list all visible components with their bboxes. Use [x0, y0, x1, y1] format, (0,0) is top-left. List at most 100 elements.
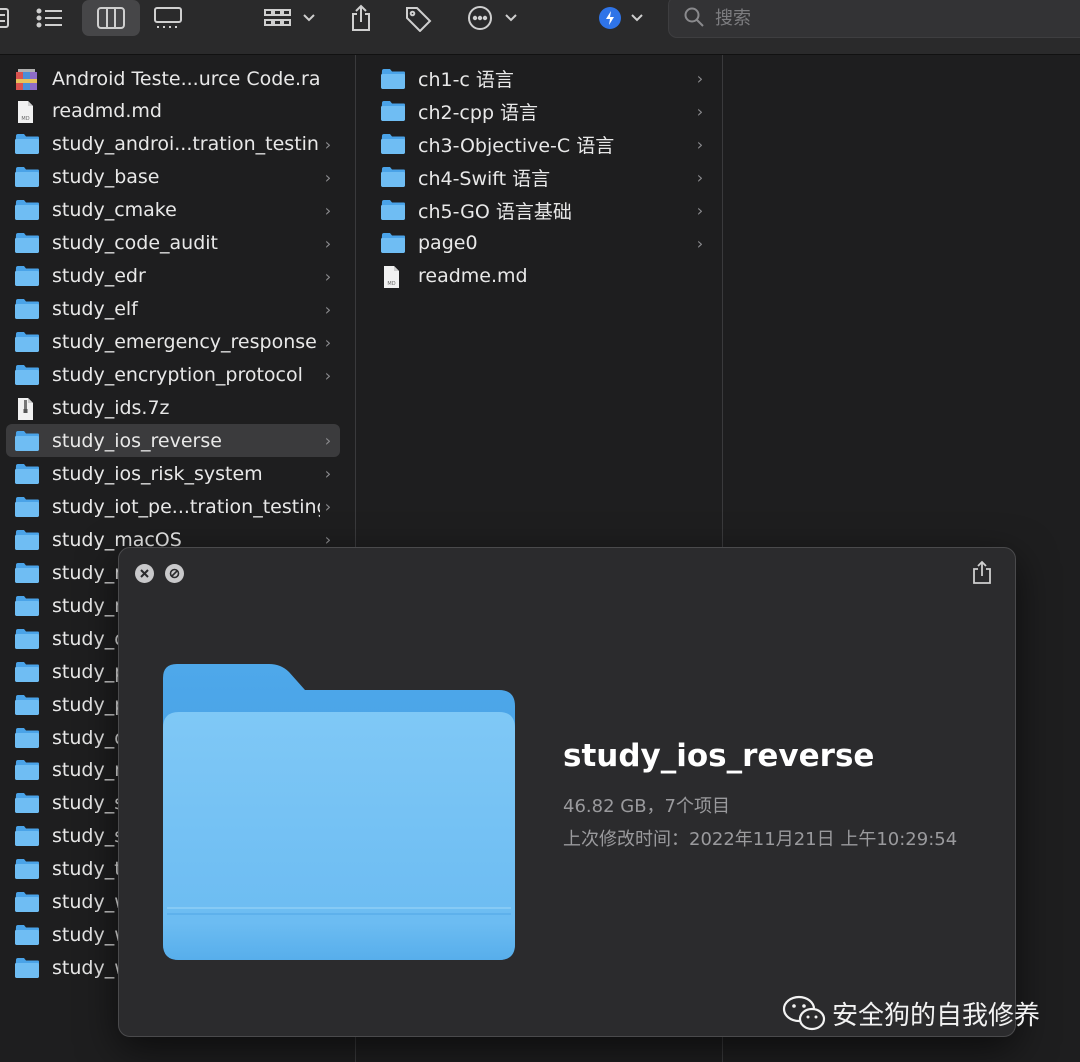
item-label: study_ids.7z: [52, 397, 170, 419]
archive-icon: [14, 68, 42, 90]
svg-text:MD: MD: [387, 281, 395, 287]
gallery-view-button[interactable]: [148, 0, 188, 36]
search-icon: [684, 7, 704, 27]
folder-icon: [14, 562, 42, 584]
file-item-readme-md[interactable]: MD readme.md: [378, 260, 712, 293]
chevron-right-icon: ›: [696, 101, 704, 121]
item-label: readmd.md: [52, 100, 162, 123]
chevron-right-icon: ›: [696, 200, 704, 220]
item-label: readme.md: [418, 265, 528, 288]
folder-item-study-base[interactable]: study_base ›: [6, 161, 340, 194]
folder-icon: [14, 825, 42, 847]
folder-item-page0[interactable]: page0 ›: [378, 227, 712, 260]
chevron-right-icon: ›: [324, 299, 332, 319]
folder-item-study-cmake[interactable]: study_cmake ›: [6, 194, 340, 227]
folder-item-ch3-objective-c[interactable]: ch3-Objective-C 语言 ›: [378, 128, 712, 161]
quicklook-size: 46.82 GB，7个项目: [563, 796, 731, 817]
finder-toolbar: 搜索: [0, 0, 1080, 55]
quicklook-title: study_ios_reverse: [563, 738, 875, 774]
chevron-right-icon: ›: [696, 233, 704, 253]
folder-icon: [14, 199, 42, 221]
folder-item-ch1-c[interactable]: ch1-c 语言 ›: [378, 62, 712, 95]
item-label: study_base: [52, 166, 160, 189]
folder-item-ch5-go[interactable]: ch5-GO 语言基础 ›: [378, 194, 712, 227]
folder-icon: [14, 463, 42, 485]
folder-item-ch2-cpp[interactable]: ch2-cpp 语言 ›: [378, 95, 712, 128]
folder-icon: [14, 232, 42, 254]
folder-icon: [14, 430, 42, 452]
group-by-button[interactable]: [260, 0, 320, 36]
item-label: study_androi...tration_testing: [52, 133, 320, 156]
item-label: ch5-GO 语言基础: [418, 200, 572, 223]
folder-item-study-elf[interactable]: study_elf ›: [6, 293, 340, 326]
folder-item-study-ios-risk-system[interactable]: study_ios_risk_system ›: [6, 457, 340, 490]
chevron-right-icon: ›: [324, 200, 332, 220]
chevron-right-icon: ›: [324, 497, 332, 517]
folder-preview-icon: [163, 664, 517, 966]
chevron-right-icon: ›: [324, 332, 332, 352]
folder-icon: [14, 759, 42, 781]
item-label: study_edr: [52, 265, 146, 288]
svg-text:MD: MD: [21, 116, 29, 122]
file-item-study-ids-7z[interactable]: study_ids.7z: [6, 392, 340, 425]
file-item-android-teste-urce-code-rar[interactable]: Android Teste...urce Code.rar: [6, 62, 340, 95]
folder-item-study-encryption-protocol[interactable]: study_encryption_protocol ›: [6, 359, 340, 392]
close-icon[interactable]: [135, 564, 154, 583]
item-label: ch4-Swift 语言: [418, 167, 551, 190]
document-icon: [14, 397, 42, 420]
item-label: study_emergency_response: [52, 331, 317, 354]
folder-item-study-edr[interactable]: study_edr ›: [6, 260, 340, 293]
item-label: study_cmake: [52, 199, 177, 222]
folder-item-study-ios-reverse[interactable]: study_ios_reverse ›: [6, 424, 340, 458]
folder-icon: [14, 858, 42, 880]
chevron-right-icon: ›: [324, 167, 332, 187]
item-label: ch2-cpp 语言: [418, 101, 539, 124]
folder-icon: [380, 166, 408, 188]
item-label: study_elf: [52, 298, 138, 321]
folder-item-study-androi-tration-testing[interactable]: study_androi...tration_testing ›: [6, 128, 340, 161]
chevron-right-icon: ›: [324, 134, 332, 154]
folder-icon: [14, 298, 42, 320]
item-label: ch3-Objective-C 语言: [418, 134, 615, 157]
list-view-button[interactable]: [30, 0, 70, 36]
tag-icon[interactable]: [400, 0, 436, 36]
sidebar-toggle-icon[interactable]: [0, 0, 10, 36]
folder-item-study-emergency-response[interactable]: study_emergency_response ›: [6, 326, 340, 359]
folder-icon: [14, 661, 42, 683]
watermark: 安全狗的自我修养: [782, 994, 1040, 1032]
folder-icon: [380, 133, 408, 155]
item-label: study_code_audit: [52, 232, 218, 255]
folder-icon: [14, 957, 42, 979]
shortcut-icon[interactable]: [596, 0, 648, 36]
column-view-button[interactable]: [82, 0, 140, 36]
folder-item-ch4-swift[interactable]: ch4-Swift 语言 ›: [378, 161, 712, 194]
file-item-readmd-md[interactable]: MD readmd.md: [6, 95, 340, 128]
chevron-right-icon: ›: [324, 464, 332, 484]
item-label: study_encryption_protocol: [52, 364, 303, 387]
item-label: study_ios_risk_system: [52, 462, 263, 485]
item-label: page0: [418, 232, 478, 255]
chevron-right-icon: ›: [324, 233, 332, 253]
folder-icon: [14, 727, 42, 749]
folder-icon: [14, 133, 42, 155]
quicklook-panel: study_ios_reverse 46.82 GB，7个项目 上次修改时间：2…: [118, 547, 1016, 1037]
folder-icon: [14, 628, 42, 650]
quicklook-share-icon[interactable]: [971, 560, 993, 590]
chevron-right-icon: ›: [696, 167, 704, 187]
chevron-right-icon: ›: [324, 431, 332, 451]
search-field[interactable]: 搜索: [668, 0, 1080, 38]
more-actions-icon[interactable]: [466, 0, 522, 36]
item-label: study_iot_pe...tration_testing: [52, 495, 320, 518]
fullscreen-disabled-icon[interactable]: [165, 564, 184, 583]
share-icon[interactable]: [344, 0, 378, 36]
document-icon: MD: [14, 100, 42, 124]
wechat-icon: [782, 995, 826, 1031]
folder-icon: [380, 100, 408, 122]
folder-item-study-iot-pe-tration-testing[interactable]: study_iot_pe...tration_testing ›: [6, 490, 340, 523]
chevron-right-icon: ›: [324, 266, 332, 286]
watermark-text: 安全狗的自我修养: [832, 1000, 1041, 1031]
folder-icon: [14, 496, 42, 518]
item-label: study_ios_reverse: [52, 429, 222, 452]
folder-item-study-code-audit[interactable]: study_code_audit ›: [6, 227, 340, 260]
folder-icon: [14, 792, 42, 814]
